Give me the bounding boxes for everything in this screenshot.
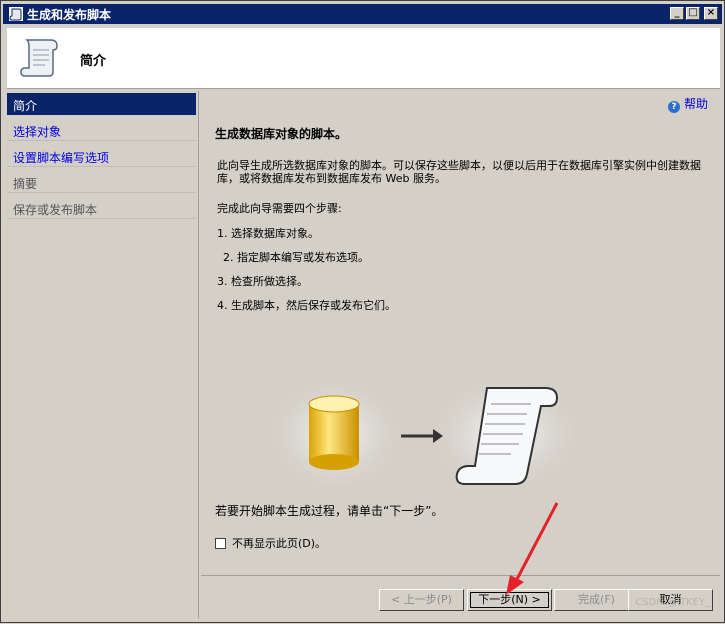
annotation-arrow [506, 502, 559, 595]
wizard-window: 生成和发布脚本 _ □ × 简介 简介 选择对象 设置脚本编写选项 摘要 保存或… [0, 0, 725, 623]
watermark: CSDN @ITKEY_ [635, 597, 710, 608]
